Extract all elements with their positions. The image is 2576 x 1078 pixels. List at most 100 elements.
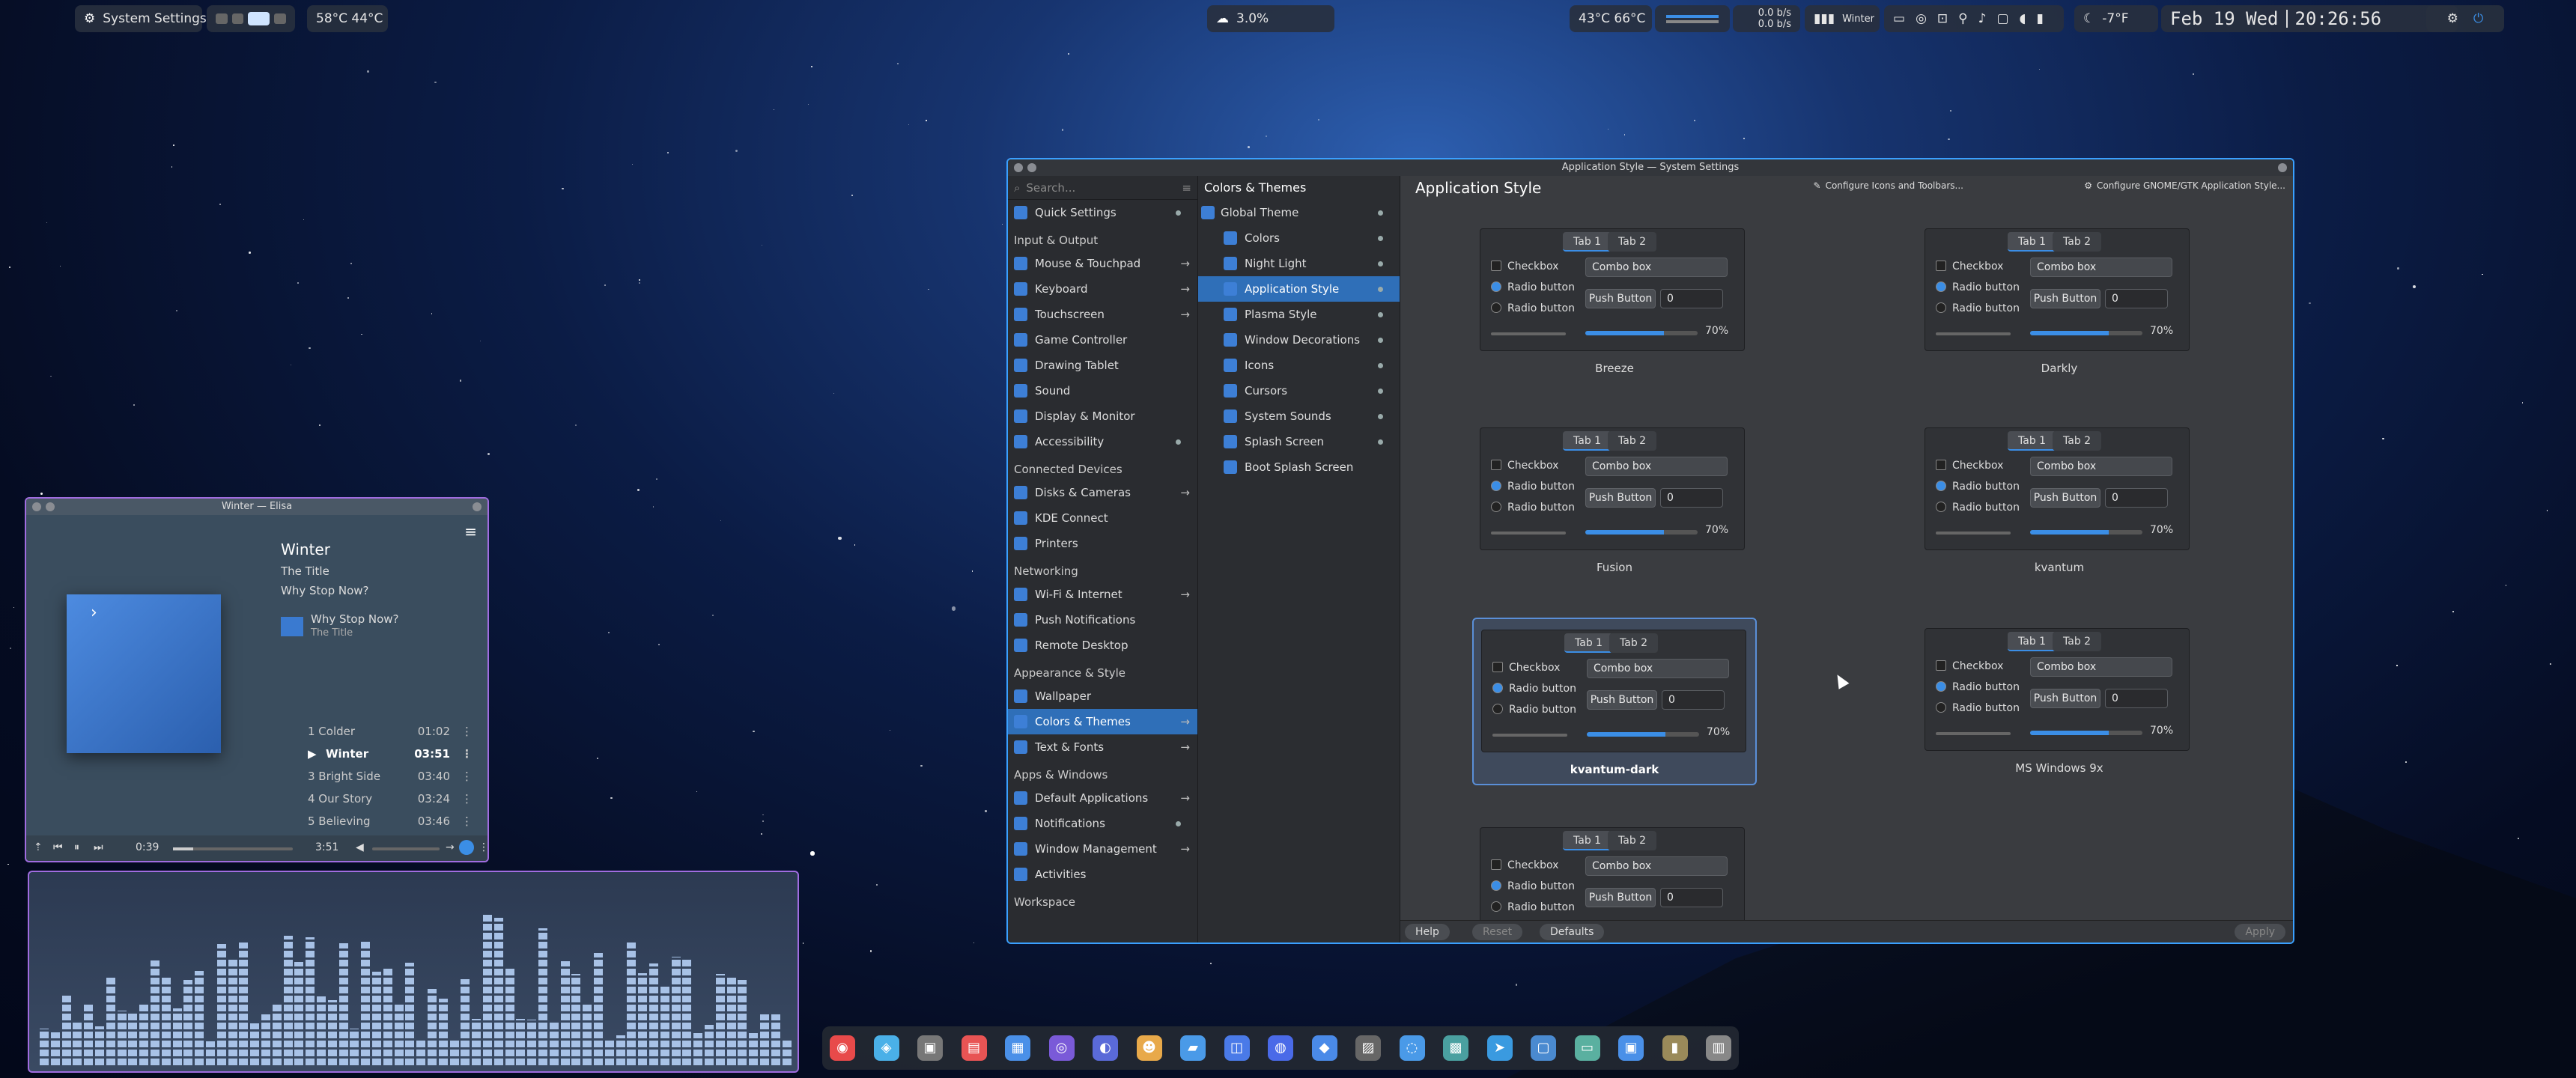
sidebar-item[interactable]: Push Notifications bbox=[1008, 607, 1197, 633]
subpanel-item[interactable]: Plasma Style bbox=[1198, 302, 1400, 327]
sidebar-item[interactable]: Keyboard → bbox=[1008, 276, 1197, 302]
slider[interactable] bbox=[1491, 332, 1566, 335]
radio-button[interactable]: Radio button bbox=[1491, 281, 1575, 293]
tab-1[interactable]: Tab 1 bbox=[1563, 831, 1612, 850]
more-icon[interactable]: ⋮ bbox=[479, 841, 487, 853]
slider[interactable] bbox=[1491, 532, 1566, 535]
app-icon[interactable]: ◐ bbox=[1093, 1035, 1118, 1061]
spin-box[interactable]: 0 bbox=[1660, 888, 1723, 907]
radio-button[interactable]: Radio button bbox=[1936, 502, 2020, 514]
hamburger-menu-icon[interactable]: ≡ bbox=[1182, 181, 1191, 195]
sidebar-item[interactable]: Touchscreen → bbox=[1008, 302, 1197, 327]
sidebar-item[interactable]: Activities bbox=[1008, 862, 1197, 887]
radio-button[interactable]: Radio button bbox=[1492, 704, 1576, 716]
radio-button[interactable]: Radio button bbox=[1491, 302, 1575, 314]
slider[interactable] bbox=[1936, 532, 2011, 535]
radio-button[interactable]: Radio button bbox=[1936, 281, 2020, 293]
panel-controls[interactable]: ⚙ ⏻ bbox=[2426, 5, 2504, 32]
sidebar-item[interactable]: Printers bbox=[1008, 531, 1197, 556]
style-card[interactable]: Tab 1 Tab 2 Checkbox Radio button Radio butt… bbox=[1472, 218, 1757, 386]
subpanel-item[interactable]: System Sounds bbox=[1198, 404, 1400, 429]
apply-button[interactable]: Apply bbox=[2235, 924, 2285, 940]
next-icon[interactable]: ⏭ bbox=[94, 841, 103, 853]
user-icon[interactable]: ☻ bbox=[1136, 1035, 1162, 1061]
combo-box[interactable]: Combo box bbox=[2030, 457, 2172, 476]
radio-button[interactable]: Radio button bbox=[1936, 481, 2020, 493]
system-icon[interactable]: ◌ bbox=[1399, 1035, 1425, 1061]
combo-box[interactable]: Combo box bbox=[1585, 856, 1728, 876]
media-icon[interactable]: ◎ bbox=[1048, 1035, 1075, 1061]
desktop-4[interactable] bbox=[274, 13, 286, 24]
sidebar-item[interactable]: Game Controller bbox=[1008, 327, 1197, 353]
volume-icon[interactable]: ◖ bbox=[2020, 11, 2026, 26]
push-button[interactable]: Push Button bbox=[1587, 690, 1657, 710]
checkbox[interactable]: Checkbox bbox=[1936, 460, 2003, 472]
tab-2[interactable]: Tab 2 bbox=[2053, 431, 2102, 451]
desktop-2[interactable] bbox=[231, 13, 244, 24]
spin-box[interactable]: 0 bbox=[2105, 289, 2168, 308]
checkbox[interactable]: Checkbox bbox=[1492, 662, 1560, 674]
pdf-icon[interactable]: ▤ bbox=[961, 1035, 987, 1061]
track-menu-icon[interactable]: ⋮ bbox=[450, 770, 473, 792]
radio-button[interactable]: Radio button bbox=[1492, 683, 1576, 695]
track-row[interactable]: 5 Believing 03:46 ⋮ bbox=[308, 814, 473, 837]
track-row[interactable]: ▶ Winter 03:51 ⋮ bbox=[308, 747, 473, 770]
track-row[interactable]: 4 Our Story 03:24 ⋮ bbox=[308, 792, 473, 814]
up-icon[interactable]: ⇡ bbox=[34, 841, 43, 853]
style-card[interactable]: Tab 1 Tab 2 Checkbox Radio button Radio butt… bbox=[1472, 417, 1757, 585]
vpn-icon[interactable]: ◎ bbox=[1916, 11, 1927, 26]
sidebar-item[interactable]: Default Applications → bbox=[1008, 785, 1197, 811]
track-menu-icon[interactable]: ⋮ bbox=[450, 747, 473, 770]
window-menu-icon[interactable] bbox=[1014, 163, 1023, 172]
push-button[interactable]: Push Button bbox=[1585, 888, 1656, 907]
sidebar-item[interactable]: Colors & Themes → bbox=[1008, 709, 1197, 734]
subpanel-item[interactable]: Colors bbox=[1198, 225, 1400, 251]
push-button[interactable]: Push Button bbox=[1585, 289, 1656, 308]
spin-box[interactable]: 0 bbox=[1662, 690, 1725, 710]
steam-icon[interactable]: ◍ bbox=[1268, 1035, 1293, 1061]
help-button[interactable]: Help bbox=[1405, 924, 1450, 940]
sidebar-item[interactable]: Remote Desktop bbox=[1008, 633, 1197, 658]
player-titlebar[interactable]: Winter — Elisa bbox=[26, 499, 487, 515]
defaults-button[interactable]: Defaults bbox=[1540, 924, 1605, 940]
radio-button[interactable]: Radio button bbox=[1491, 901, 1575, 913]
push-button[interactable]: Push Button bbox=[1585, 488, 1656, 508]
window-menu-icon[interactable] bbox=[32, 502, 41, 511]
combo-box[interactable]: Combo box bbox=[1585, 457, 1728, 476]
sidebar-item[interactable]: Accessibility bbox=[1008, 429, 1197, 454]
weather-widget[interactable]: ☁ 3.0% bbox=[1207, 5, 1334, 32]
tab-1[interactable]: Tab 1 bbox=[2008, 431, 2057, 451]
lock-icon[interactable]: ⊡ bbox=[1937, 11, 1948, 26]
track-menu-icon[interactable]: ⋮ bbox=[450, 792, 473, 814]
sidebar-item[interactable]: Notifications bbox=[1008, 811, 1197, 836]
search-field[interactable]: ⌕ Search... ≡ bbox=[1008, 176, 1197, 200]
sidebar-item[interactable]: Wi-Fi & Internet → bbox=[1008, 582, 1197, 607]
keep-above-icon[interactable] bbox=[46, 502, 55, 511]
clipboard-icon[interactable]: ▭ bbox=[1893, 11, 1905, 26]
shield-icon[interactable]: ◆ bbox=[1311, 1035, 1337, 1061]
track-menu-icon[interactable]: ⋮ bbox=[450, 814, 473, 837]
power-icon[interactable]: ⏻ bbox=[2473, 11, 2483, 26]
sidebar-item[interactable]: Disks & Cameras → bbox=[1008, 480, 1197, 505]
subpanel-item[interactable]: Splash Screen bbox=[1198, 429, 1400, 454]
spin-box[interactable]: 0 bbox=[2105, 488, 2168, 508]
start-icon[interactable]: ◉ bbox=[830, 1035, 855, 1061]
battery-icon[interactable]: ▮ bbox=[2037, 11, 2044, 26]
seek-slider[interactable] bbox=[173, 847, 293, 850]
monitor-icon[interactable]: ▩ bbox=[1443, 1035, 1468, 1061]
calendar-icon[interactable]: ◫ bbox=[1224, 1035, 1250, 1061]
checkbox[interactable]: Checkbox bbox=[1491, 261, 1558, 272]
sidebar-item[interactable]: Drawing Tablet bbox=[1008, 353, 1197, 378]
checkbox[interactable]: Checkbox bbox=[1936, 261, 2003, 272]
style-card[interactable]: Tab 1 Tab 2 Checkbox Radio button Radio butt… bbox=[1472, 618, 1757, 785]
slider[interactable] bbox=[1492, 734, 1567, 737]
radio-button[interactable]: Radio button bbox=[1491, 502, 1575, 514]
subpanel-item[interactable]: Icons bbox=[1198, 353, 1400, 378]
package-icon[interactable]: ▣ bbox=[1618, 1035, 1644, 1061]
sidebar-item[interactable]: Window Management → bbox=[1008, 836, 1197, 862]
sidebar-item[interactable]: Display & Monitor bbox=[1008, 404, 1197, 429]
combo-box[interactable]: Combo box bbox=[1585, 258, 1728, 277]
tab-2[interactable]: Tab 2 bbox=[2053, 632, 2102, 651]
spin-box[interactable]: 0 bbox=[1660, 289, 1723, 308]
close-icon[interactable] bbox=[473, 502, 482, 511]
